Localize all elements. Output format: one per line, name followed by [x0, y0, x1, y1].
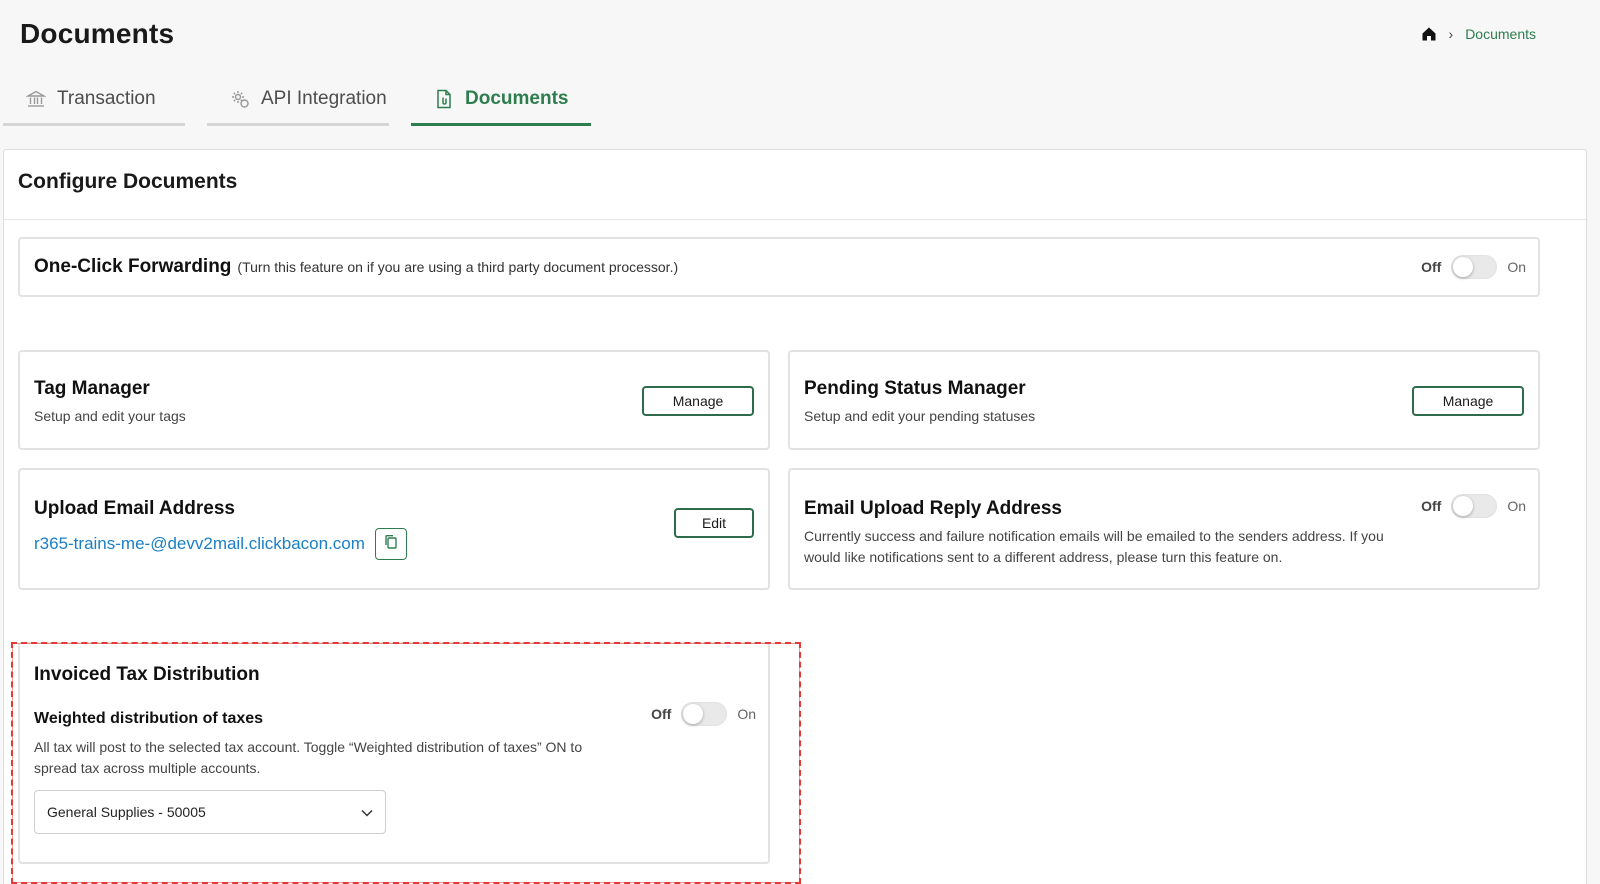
tag-manager-title: Tag Manager [34, 378, 150, 399]
tag-manager-card: Tag Manager Setup and edit your tags Man… [18, 350, 770, 450]
one-click-forwarding-toggle-group: Off On [1421, 255, 1526, 279]
one-click-forwarding-card: One-Click Forwarding (Turn this feature … [18, 237, 1540, 297]
toggle-off-label: Off [1421, 498, 1442, 514]
tab-api-integration[interactable]: API Integration [207, 74, 389, 126]
chevron-down-icon [361, 804, 373, 820]
upload-email-edit-button[interactable]: Edit [674, 508, 754, 538]
chevron-right-icon: › [1448, 26, 1454, 42]
weighted-distribution-toggle[interactable] [681, 702, 728, 726]
weighted-distribution-description: All tax will post to the selected tax ac… [34, 739, 583, 776]
email-reply-address-card: Email Upload Reply Address Currently suc… [788, 468, 1540, 590]
tag-manager-manage-button[interactable]: Manage [642, 386, 754, 416]
tab-transaction[interactable]: Transaction [3, 74, 185, 126]
tab-label: Transaction [57, 87, 156, 109]
copy-icon [384, 534, 398, 555]
page-title: Documents [20, 18, 175, 49]
reply-address-toggle[interactable] [1451, 494, 1498, 518]
toggle-knob [683, 704, 704, 724]
tax-distribution-title: Invoiced Tax Distribution [34, 664, 260, 685]
one-click-forwarding-toggle[interactable] [1451, 255, 1498, 279]
upload-email-card: Upload Email Address r365-trains-me-@dev… [18, 468, 770, 590]
tab-label: Documents [465, 87, 569, 109]
upload-email-link[interactable]: r365-trains-me-@devv2mail.clickbacon.com [34, 534, 365, 554]
toggle-knob [1453, 257, 1474, 277]
configure-documents-panel: Configure Documents One-Click Forwarding… [3, 149, 1587, 884]
reply-address-toggle-group: Off On [1421, 494, 1526, 518]
tag-manager-subtitle: Setup and edit your tags [34, 408, 186, 424]
tab-label: API Integration [261, 87, 387, 109]
reply-address-title: Email Upload Reply Address [804, 498, 1062, 519]
pending-status-manager-card: Pending Status Manager Setup and edit yo… [788, 350, 1540, 450]
reply-address-description: Currently success and failure notificati… [804, 528, 1384, 565]
pending-status-title: Pending Status Manager [804, 378, 1026, 399]
tax-account-select[interactable]: General Supplies - 50005 [34, 790, 386, 834]
toggle-on-label: On [1507, 498, 1526, 514]
document-icon [433, 88, 455, 110]
toggle-off-label: Off [651, 706, 672, 722]
toggle-knob [1453, 496, 1474, 516]
tab-bar: Transaction API Integration Documents [3, 74, 591, 126]
toggle-on-label: On [737, 706, 756, 722]
breadcrumb: › Documents [1421, 26, 1536, 42]
copy-button[interactable] [374, 528, 407, 560]
one-click-forwarding-note: (Turn this feature on if you are using a… [237, 259, 679, 275]
pending-status-subtitle: Setup and edit your pending statuses [804, 408, 1036, 424]
panel-header: Configure Documents [4, 150, 1586, 220]
breadcrumb-current[interactable]: Documents [1465, 26, 1536, 42]
toggle-on-label: On [1507, 259, 1526, 275]
home-icon[interactable] [1421, 26, 1437, 42]
toggle-off-label: Off [1421, 259, 1442, 275]
bank-icon [25, 88, 47, 110]
weighted-distribution-toggle-group: Off On [651, 702, 756, 726]
one-click-forwarding-title: One-Click Forwarding [34, 256, 232, 277]
pending-status-manage-button[interactable]: Manage [1412, 386, 1524, 416]
tab-documents[interactable]: Documents [411, 74, 591, 126]
tax-account-selected-value: General Supplies - 50005 [47, 804, 206, 820]
panel-title: Configure Documents [18, 170, 238, 193]
invoiced-tax-distribution-card: Invoiced Tax Distribution Weighted distr… [18, 642, 770, 864]
upload-email-title: Upload Email Address [34, 498, 235, 519]
gear-icon [229, 88, 251, 110]
weighted-distribution-label: Weighted distribution of taxes [34, 710, 264, 727]
